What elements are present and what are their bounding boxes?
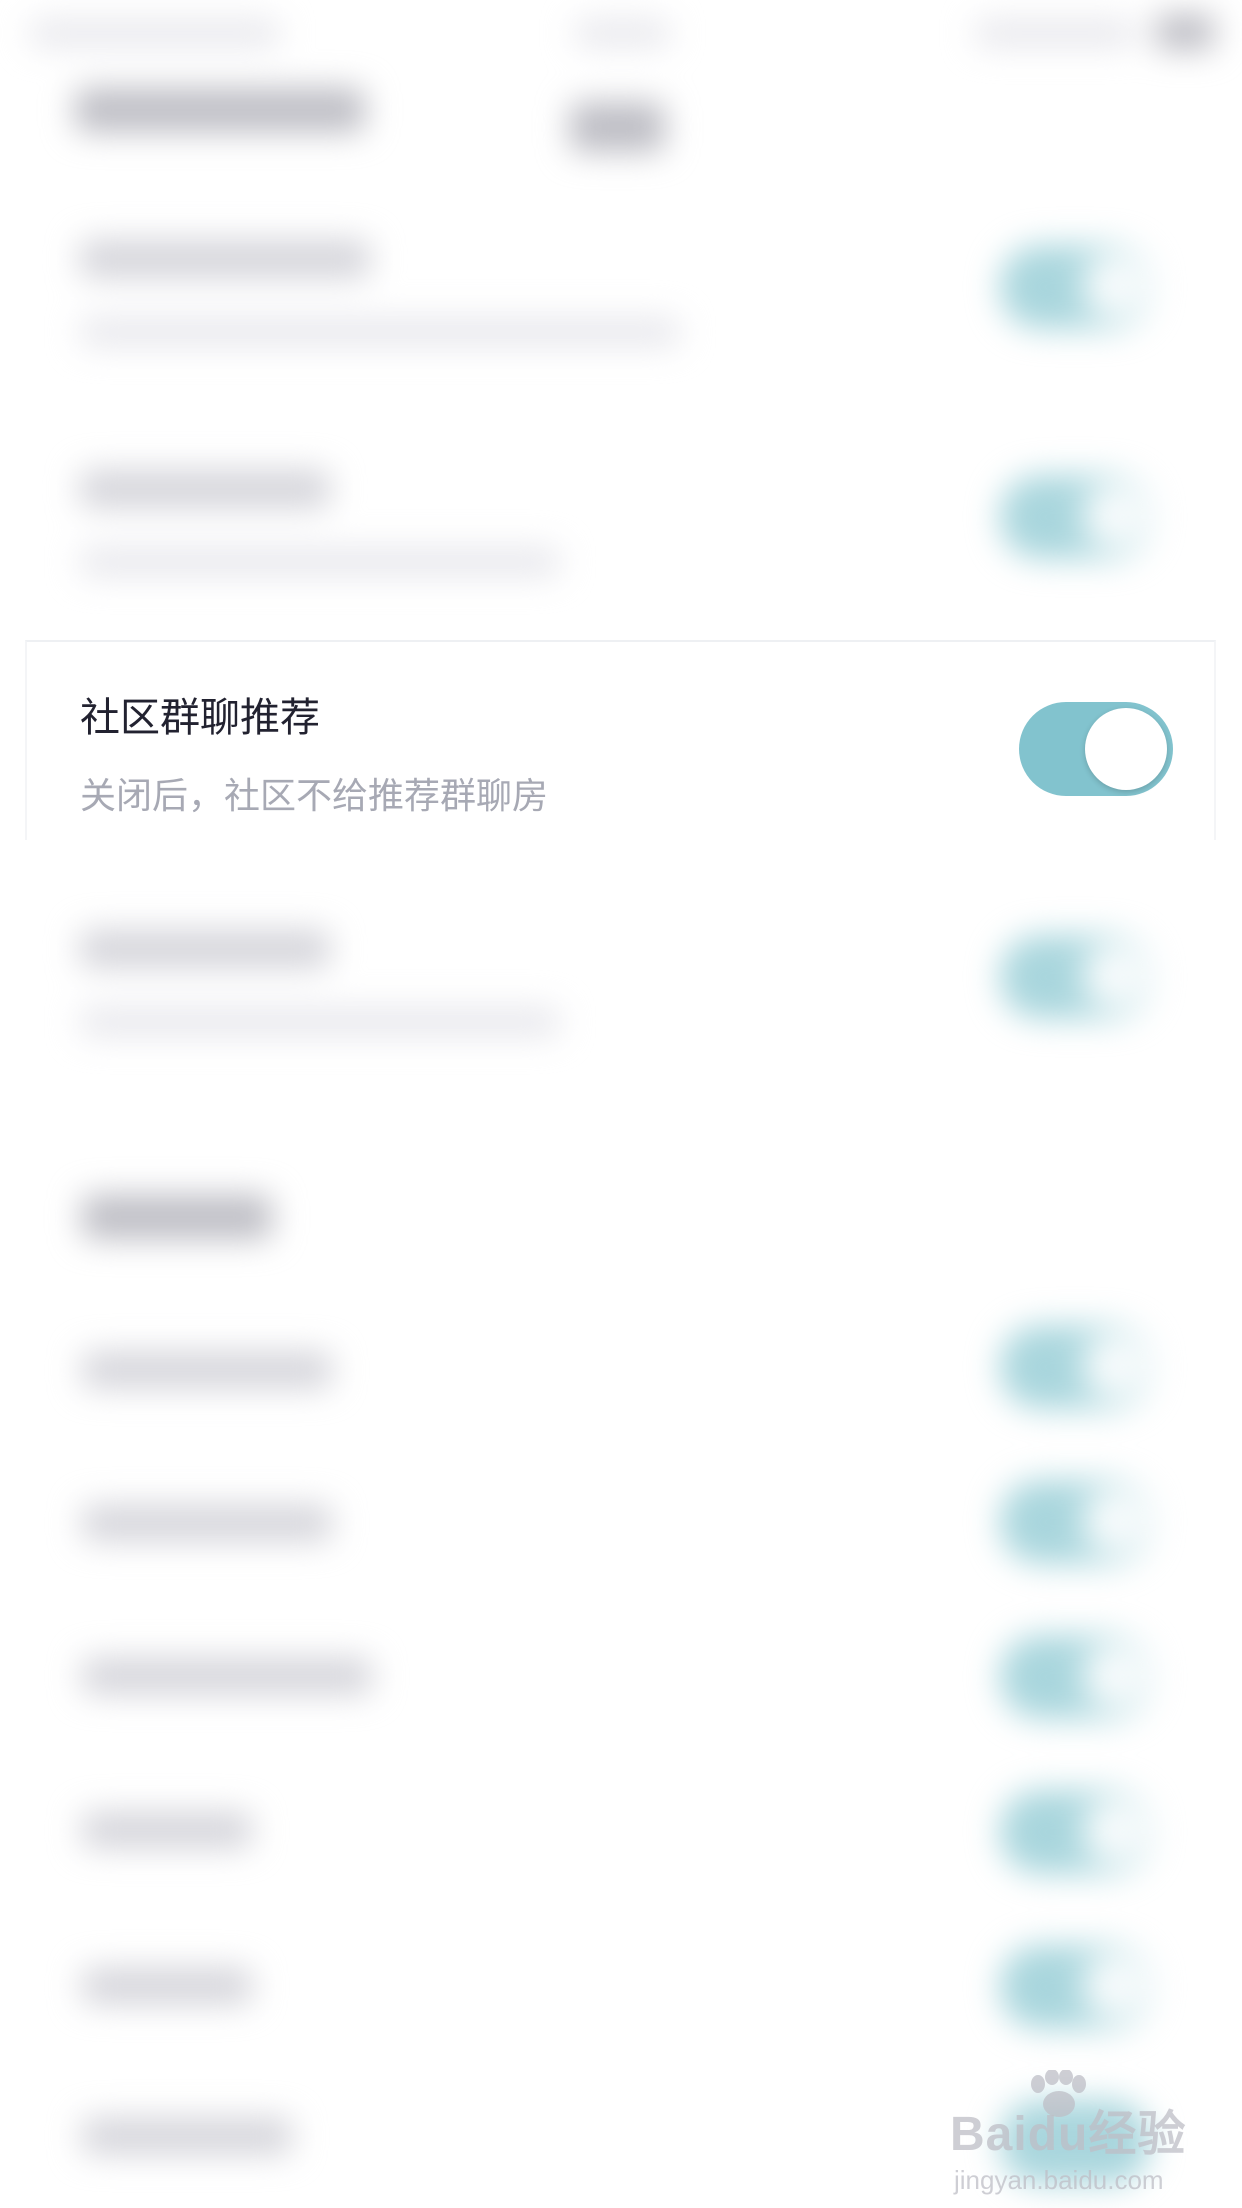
blurred-toggle-knob	[1082, 253, 1148, 319]
blurred-toggle-knob	[1082, 1488, 1148, 1554]
blurred-row-title	[80, 470, 330, 508]
blurred-row-title	[80, 930, 330, 968]
blurred-row-title	[82, 1505, 332, 1541]
blurred-status-left	[30, 20, 280, 46]
blurred-header-badge	[570, 102, 665, 152]
blurred-section-header	[82, 1195, 272, 1239]
blurred-status-center	[575, 20, 670, 46]
blurred-row-desc	[80, 318, 680, 346]
baidu-jingyan-watermark: Baidu经验 jingyan.baidu.com	[950, 2070, 1190, 2194]
blurred-row-title	[82, 2118, 292, 2154]
group-chat-recommend-toggle[interactable]	[1019, 702, 1173, 796]
blurred-section-header	[75, 88, 365, 132]
blurred-battery-icon	[1155, 14, 1215, 50]
blurred-row-title	[82, 1352, 332, 1388]
blurred-background	[0, 0, 1242, 2208]
community-group-chat-recommend-row: 社区群聊推荐 关闭后，社区不给推荐群聊房	[25, 640, 1216, 840]
blurred-row-desc	[80, 548, 560, 576]
blurred-row-desc	[80, 1008, 560, 1036]
blurred-row-title	[82, 1812, 252, 1848]
blurred-status-right	[975, 20, 1135, 46]
blurred-toggle-knob	[1082, 483, 1148, 549]
blurred-toggle-knob	[1082, 1643, 1148, 1709]
blurred-toggle-knob	[1082, 1333, 1148, 1399]
blurred-toggle-knob	[1082, 1798, 1148, 1864]
blurred-row-title	[80, 240, 370, 278]
blurred-row-title	[82, 1658, 372, 1694]
blurred-row-title	[82, 1968, 252, 2004]
toggle-knob	[1085, 708, 1167, 790]
blurred-toggle-knob	[1082, 943, 1148, 1009]
setting-description: 关闭后，社区不给推荐群聊房	[80, 776, 549, 817]
blurred-toggle-knob	[1082, 1953, 1148, 2019]
watermark-main-text: Baidu经验	[950, 2108, 1187, 2161]
setting-title: 社区群聊推荐	[80, 695, 320, 741]
watermark-url: jingyan.baidu.com	[954, 2165, 1164, 2195]
